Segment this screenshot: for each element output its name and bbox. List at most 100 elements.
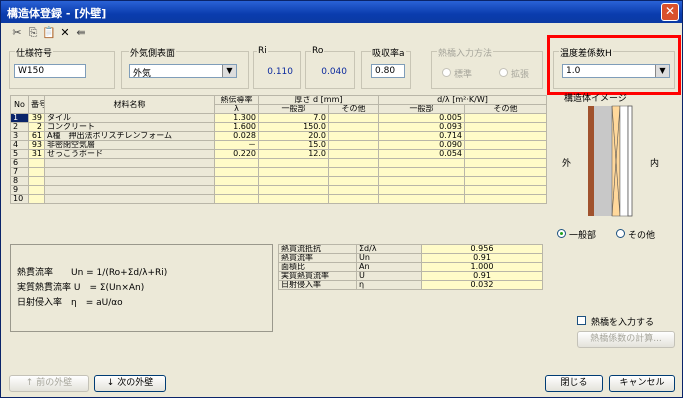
cut-icon[interactable]: ✂: [9, 25, 25, 41]
close-window-button[interactable]: ✕: [661, 3, 679, 21]
dl-other-cell[interactable]: [464, 194, 547, 204]
lambda-cell[interactable]: [214, 167, 259, 177]
row-number[interactable]: 1: [10, 113, 29, 123]
dl-general-cell[interactable]: 0.714: [378, 131, 465, 141]
thickness-general-cell[interactable]: 150.0: [258, 122, 329, 132]
dl-general-cell[interactable]: 0.090: [378, 140, 465, 150]
dl-other-cell[interactable]: [464, 149, 547, 159]
thickness-general-cell[interactable]: 12.0: [258, 149, 329, 159]
material-name-cell[interactable]: [44, 167, 215, 177]
material-name-cell[interactable]: [44, 185, 215, 195]
dl-general-cell[interactable]: 0.005: [378, 113, 465, 123]
thickness-other-cell[interactable]: [328, 185, 379, 195]
material-name-cell[interactable]: A種 押出法ポリスチレンフォーム: [44, 131, 215, 141]
method-extended-radio[interactable]: [499, 68, 508, 77]
thickness-general-cell[interactable]: 20.0: [258, 131, 329, 141]
row-number[interactable]: 9: [10, 185, 29, 195]
material-number-cell[interactable]: [28, 176, 45, 186]
dl-other-cell[interactable]: [464, 113, 547, 123]
close-button[interactable]: 閉じる: [545, 375, 603, 392]
thickness-other-cell[interactable]: [328, 158, 379, 168]
thickness-other-cell[interactable]: [328, 194, 379, 204]
thickness-general-cell[interactable]: [258, 167, 329, 177]
thickness-other-cell[interactable]: [328, 167, 379, 177]
thickness-general-cell[interactable]: 15.0: [258, 140, 329, 150]
lambda-cell[interactable]: 1.600: [214, 122, 259, 132]
table-row[interactable]: 7: [10, 167, 547, 177]
dl-general-cell[interactable]: 0.093: [378, 122, 465, 132]
dl-general-cell[interactable]: [378, 167, 465, 177]
dl-general-cell[interactable]: [378, 176, 465, 186]
row-number[interactable]: 3: [10, 131, 29, 141]
lambda-cell[interactable]: 0.220: [214, 149, 259, 159]
table-row[interactable]: 4 93 非密閉空気層－ 15.0 0.090: [10, 140, 547, 150]
table-row[interactable]: 8: [10, 176, 547, 186]
lambda-cell[interactable]: [214, 176, 259, 186]
material-number-cell[interactable]: 2: [28, 122, 45, 132]
row-number[interactable]: 4: [10, 140, 29, 150]
material-name-cell[interactable]: せっこうボード: [44, 149, 215, 159]
material-name-cell[interactable]: コンクリート: [44, 122, 215, 132]
dl-other-cell[interactable]: [464, 140, 547, 150]
dl-other-cell[interactable]: [464, 167, 547, 177]
chevron-down-icon[interactable]: ▼: [222, 65, 236, 77]
dl-general-cell[interactable]: [378, 158, 465, 168]
thickness-general-cell[interactable]: [258, 194, 329, 204]
material-name-cell[interactable]: [44, 176, 215, 186]
lambda-cell[interactable]: [214, 194, 259, 204]
material-name-cell[interactable]: タイル: [44, 113, 215, 123]
material-name-cell[interactable]: [44, 194, 215, 204]
dl-other-cell[interactable]: [464, 185, 547, 195]
table-row[interactable]: 6: [10, 158, 547, 168]
thickness-general-cell[interactable]: [258, 185, 329, 195]
next-wall-button[interactable]: ↓ 次の外壁: [94, 375, 166, 392]
material-number-cell[interactable]: [28, 194, 45, 204]
material-number-cell[interactable]: 31: [28, 149, 45, 159]
cancel-button[interactable]: キャンセル: [609, 375, 675, 392]
row-number[interactable]: 8: [10, 176, 29, 186]
lambda-cell[interactable]: [214, 158, 259, 168]
dl-other-cell[interactable]: [464, 122, 547, 132]
material-number-cell[interactable]: [28, 167, 45, 177]
thickness-other-cell[interactable]: [328, 131, 379, 141]
dl-other-cell[interactable]: [464, 176, 547, 186]
dl-general-cell[interactable]: [378, 185, 465, 195]
thickness-other-cell[interactable]: [328, 149, 379, 159]
table-row[interactable]: 2 2 コンクリート 1.600 150.0 0.093: [10, 122, 547, 132]
row-number[interactable]: 5: [10, 149, 29, 159]
material-number-cell[interactable]: 93: [28, 140, 45, 150]
table-row[interactable]: 1 39 タイル 1.300 7.0 0.005: [10, 113, 547, 123]
material-number-cell[interactable]: 39: [28, 113, 45, 123]
dl-general-cell[interactable]: 0.054: [378, 149, 465, 159]
material-number-cell[interactable]: 61: [28, 131, 45, 141]
row-number[interactable]: 10: [10, 194, 29, 204]
copy-icon[interactable]: ⎘: [25, 25, 41, 41]
table-row[interactable]: 10: [10, 194, 547, 204]
thickness-other-cell[interactable]: [328, 140, 379, 150]
lambda-cell[interactable]: [214, 185, 259, 195]
outer-surface-select[interactable]: 外気 ▼: [129, 64, 237, 78]
thickness-other-cell[interactable]: [328, 113, 379, 123]
insert-icon[interactable]: ⇚: [73, 25, 89, 41]
method-standard-radio[interactable]: [442, 68, 451, 77]
table-row[interactable]: 5 31 せっこうボード 0.220 12.0 0.054: [10, 149, 547, 159]
table-row[interactable]: 3 61 A種 押出法ポリスチレンフォーム 0.028 20.0 0.714: [10, 131, 547, 141]
dl-other-cell[interactable]: [464, 158, 547, 168]
other-part-radio[interactable]: [616, 229, 625, 238]
thickness-general-cell[interactable]: [258, 158, 329, 168]
lambda-cell[interactable]: 0.028: [214, 131, 259, 141]
heat-bridge-checkbox[interactable]: [577, 316, 586, 325]
lambda-cell[interactable]: 1.300: [214, 113, 259, 123]
general-part-radio[interactable]: [557, 229, 566, 238]
material-name-cell[interactable]: 非密閉空気層: [44, 140, 215, 150]
material-number-cell[interactable]: [28, 185, 45, 195]
row-number[interactable]: 6: [10, 158, 29, 168]
lambda-cell[interactable]: －: [214, 140, 259, 150]
material-name-cell[interactable]: [44, 158, 215, 168]
absorb-input[interactable]: 0.80: [371, 64, 405, 78]
row-number[interactable]: 2: [10, 122, 29, 132]
delete-icon[interactable]: ✕: [57, 25, 73, 41]
thickness-general-cell[interactable]: 7.0: [258, 113, 329, 123]
dl-general-cell[interactable]: [378, 194, 465, 204]
thickness-general-cell[interactable]: [258, 176, 329, 186]
